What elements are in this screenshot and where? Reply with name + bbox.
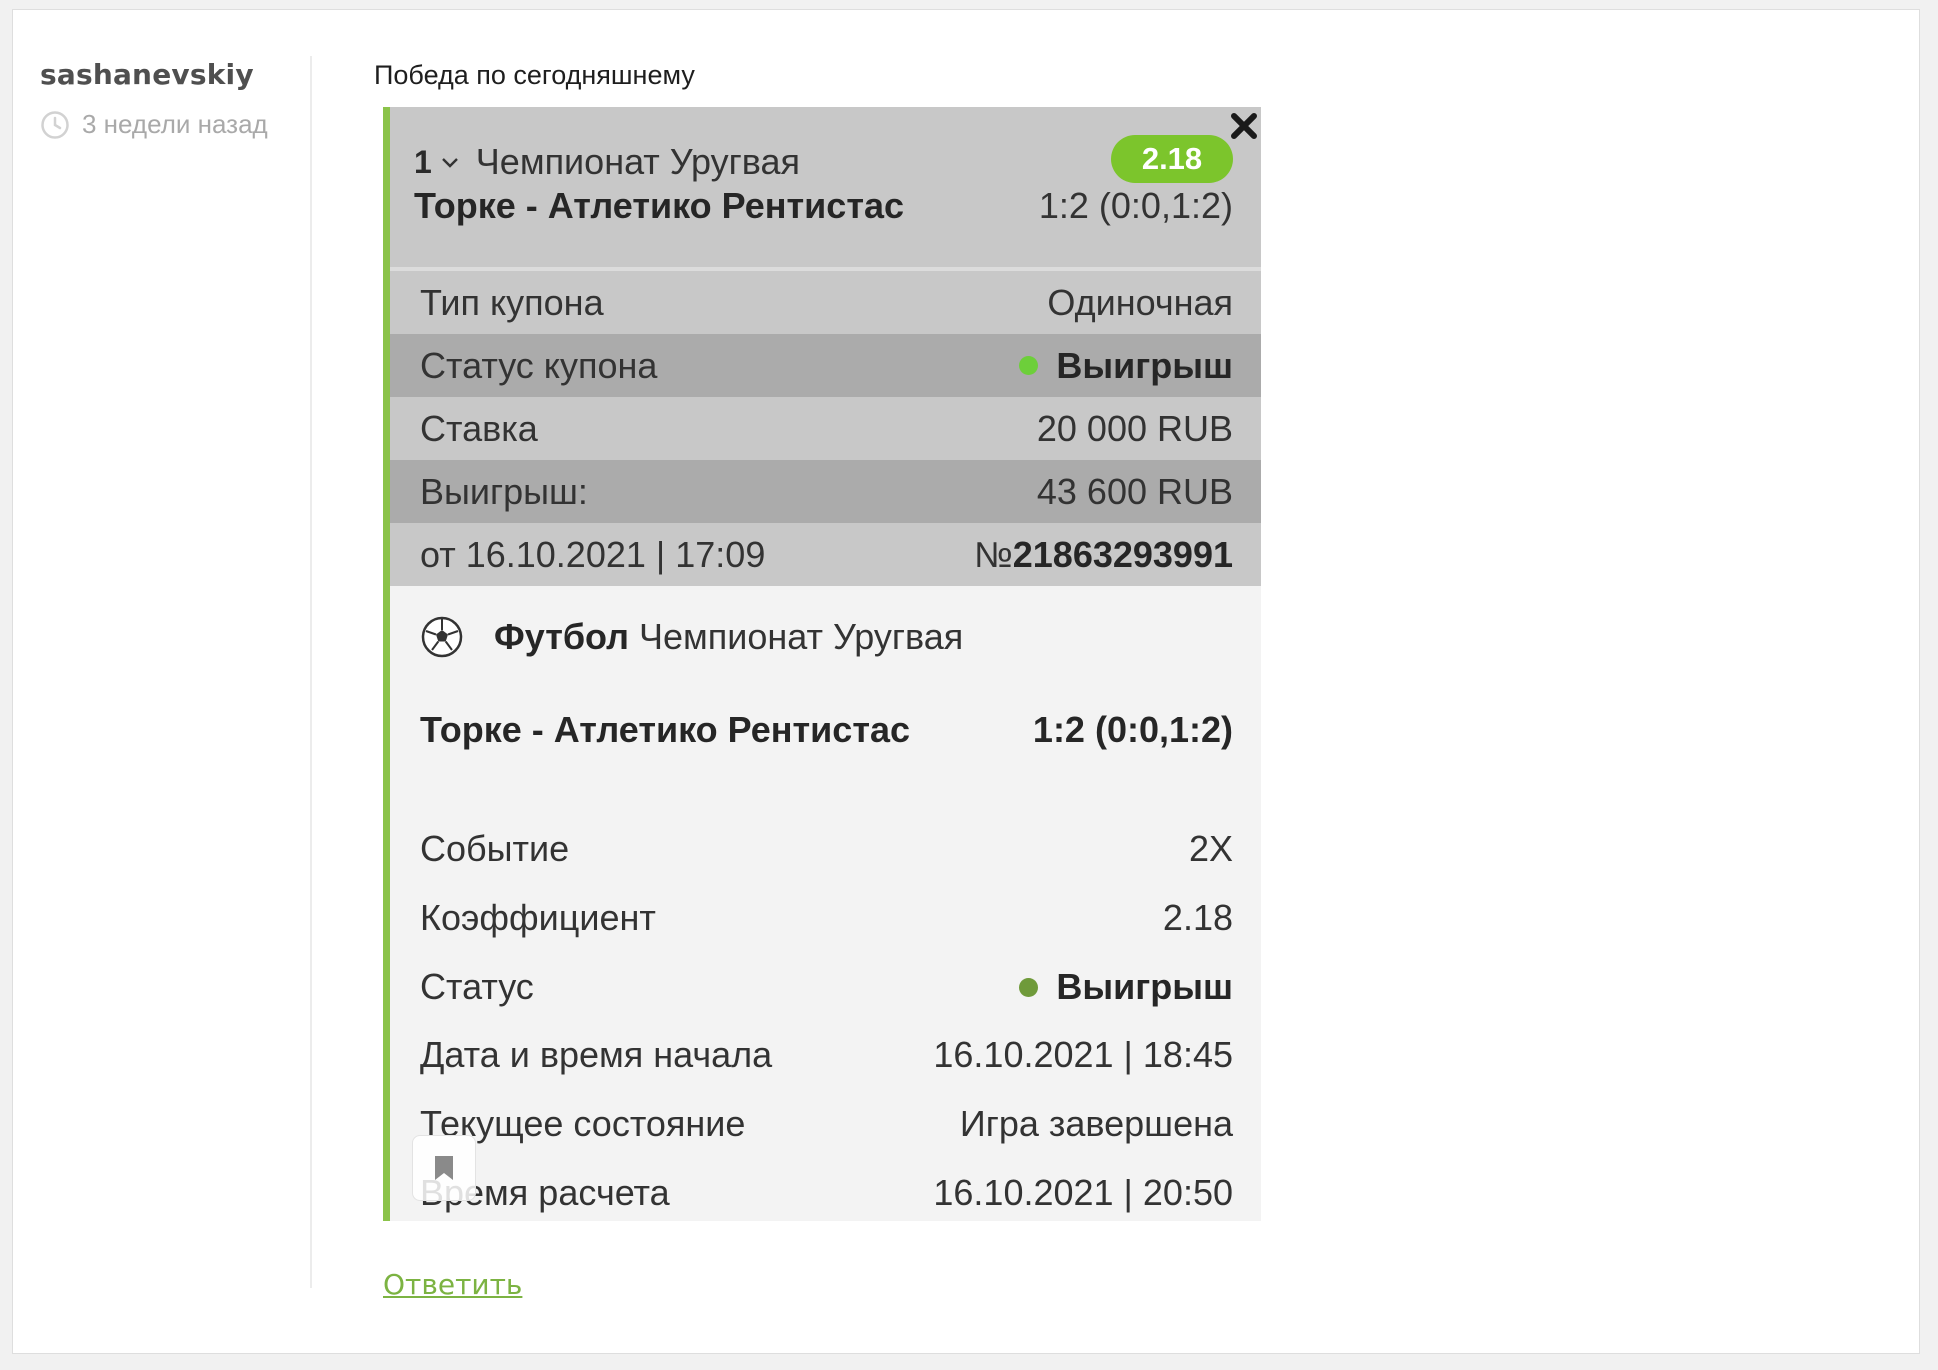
detail-row-settle-time: Время расчета 16.10.2021 | 20:50 — [390, 1165, 1261, 1221]
row-label: Выигрыш: — [420, 470, 588, 512]
detail-label: Статус — [420, 966, 534, 1007]
status-dot-icon — [1019, 977, 1039, 997]
coupon-date-row: от 16.10.2021 | 17:09 № 21863293991 — [390, 523, 1261, 586]
comment-text: Победа по сегодняшнему — [374, 60, 695, 90]
bookmark-icon — [435, 1156, 453, 1180]
event-sport-line: Футбол Чемпионат Уругвая — [420, 615, 963, 659]
event-score: 1:2 (0:0,1:2) — [1032, 709, 1233, 750]
detail-row-event: Событие 2X — [390, 821, 1261, 877]
coupon-number: № 21863293991 — [974, 534, 1233, 576]
winnings-row: Выигрыш: 43 600 RUB — [390, 460, 1261, 523]
detail-value: 16.10.2021 | 20:50 — [933, 1172, 1233, 1213]
row-label: Тип купона — [420, 281, 604, 323]
sport-name: Футбол — [494, 616, 630, 657]
row-value: 20 000 RUB — [1036, 407, 1233, 449]
detail-value: 2X — [1188, 828, 1233, 869]
clock-icon — [41, 110, 69, 139]
time-ago-text: 3 недели назад — [82, 109, 268, 139]
coupon-league-line: 1 Чемпионат Уругвая — [414, 141, 800, 183]
number-value: 21863293991 — [1012, 533, 1233, 575]
bet-coupon-image: 1 Чемпионат Уругвая 2.18 Торке - Атлетик… — [383, 107, 1261, 1221]
row-label: Статус купона — [420, 344, 658, 386]
row-label: Ставка — [420, 407, 538, 449]
row-value: Выигрыш — [1019, 345, 1233, 387]
comment-author-column: sashanevskiy 3 недели назад — [40, 58, 320, 140]
coupon-type-row: Тип купона Одиночная — [390, 271, 1261, 334]
row-value: Одиночная — [1047, 281, 1233, 323]
odds-badge: 2.18 — [1111, 135, 1233, 183]
detail-value: 16.10.2021 | 18:45 — [933, 1034, 1233, 1075]
detail-value: Игра завершена — [959, 1103, 1233, 1144]
comment-content: Победа по сегодняшнему — [372, 60, 695, 91]
row-label: от 16.10.2021 | 17:09 — [420, 533, 766, 575]
detail-label: Событие — [420, 828, 570, 869]
close-icon[interactable] — [1227, 109, 1261, 143]
detail-value: 2.18 — [1162, 897, 1233, 938]
coupon-league: Чемпионат Уругвая — [475, 141, 801, 182]
author-name[interactable]: sashanevskiy — [40, 58, 320, 91]
coupon-status-row: Статус купона Выигрыш — [390, 334, 1261, 397]
status-text: Выигрыш — [1056, 966, 1233, 1007]
status-text: Выигрыш — [1056, 344, 1233, 386]
bookmark-button[interactable] — [412, 1135, 476, 1201]
soccer-ball-icon — [421, 616, 463, 658]
detail-label: Дата и время начала — [420, 1034, 773, 1075]
coupon-match: Торке - Атлетико Рентистас — [414, 185, 904, 226]
event-league: Чемпионат Уругвая — [639, 616, 964, 657]
stake-row: Ставка 20 000 RUB — [390, 397, 1261, 460]
detail-label: Коэффициент — [420, 897, 656, 938]
number-prefix: № — [974, 533, 1013, 575]
coupon-score: 1:2 (0:0,1:2) — [1038, 185, 1233, 226]
comment-time: 3 недели назад — [40, 109, 320, 140]
column-divider — [310, 56, 312, 1288]
detail-row-state: Текущее состояние Игра завершена — [390, 1096, 1261, 1152]
chevron-down-icon[interactable] — [438, 150, 462, 174]
event-match: Торке - Атлетико Рентистас — [420, 709, 910, 750]
reply-link[interactable]: Ответить — [383, 1268, 522, 1301]
detail-row-status: Статус Выигрыш — [390, 959, 1261, 1015]
status-dot-icon — [1019, 356, 1039, 375]
row-value: 43 600 RUB — [1036, 470, 1233, 512]
detail-row-odds: Коэффициент 2.18 — [390, 890, 1261, 946]
coupon-index: 1 — [414, 143, 432, 180]
detail-value: Выигрыш — [1019, 966, 1233, 1008]
coupon-header: 1 Чемпионат Уругвая 2.18 Торке - Атлетик… — [390, 107, 1261, 267]
detail-row-start-time: Дата и время начала 16.10.2021 | 18:45 — [390, 1027, 1261, 1083]
